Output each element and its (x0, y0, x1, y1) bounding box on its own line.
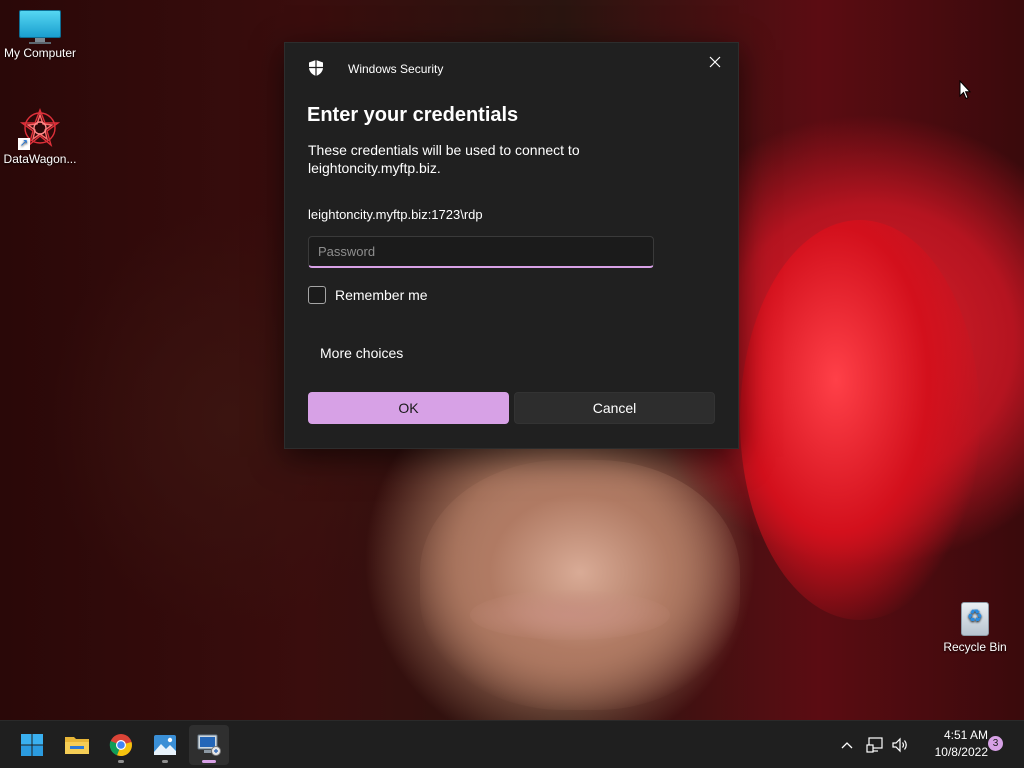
checkbox-box[interactable] (308, 286, 326, 304)
network-button[interactable] (864, 725, 886, 765)
shortcut-arrow-icon: ↗ (18, 138, 30, 150)
wallpaper-lips-shape (470, 590, 670, 640)
desktop-icon-label: DataWagon... (3, 152, 77, 166)
remote-desktop-icon (197, 734, 221, 756)
remember-me-label: Remember me (335, 287, 428, 303)
dialog-app-title: Windows Security (348, 62, 444, 76)
desktop-icon-recycle-bin[interactable]: ♻ Recycle Bin (935, 598, 1015, 654)
chrome-icon (109, 734, 132, 757)
desktop-icon-label: My Computer (3, 46, 77, 60)
windows-start-icon (21, 734, 43, 756)
recycle-bin-icon: ♻ (958, 598, 992, 638)
volume-button[interactable] (889, 725, 911, 765)
taskbar-file-explorer[interactable] (57, 725, 97, 765)
notification-badge[interactable]: 3 (988, 736, 1003, 751)
desktop-icon-datawagon[interactable]: ↗ DataWagon... (0, 106, 80, 166)
shield-icon (309, 60, 323, 76)
ok-button[interactable]: OK (308, 392, 509, 424)
start-button[interactable] (12, 725, 52, 765)
taskbar: 4:51 AM 10/8/2022 (0, 720, 1024, 768)
file-explorer-icon (65, 737, 89, 754)
show-hidden-icons-button[interactable] (836, 725, 858, 765)
username-label: leightoncity.myftp.biz:1723\rdp (308, 207, 483, 222)
more-choices-link[interactable]: More choices (320, 345, 403, 361)
volume-icon (892, 737, 907, 753)
datawagon-logo-icon: ↗ (18, 106, 62, 150)
close-icon (709, 56, 721, 68)
taskbar-chrome[interactable] (101, 725, 141, 765)
network-icon (866, 737, 883, 753)
dialog-heading: Enter your credentials (307, 104, 519, 126)
clock-time: 4:51 AM (943, 728, 988, 742)
clock-date: 10/8/2022 (934, 745, 988, 759)
taskbar-remote-desktop[interactable] (189, 725, 229, 765)
close-button[interactable] (700, 49, 730, 75)
chevron-up-icon (841, 742, 853, 749)
remember-me-checkbox[interactable]: Remember me (308, 286, 428, 304)
credentials-dialog: Windows Security Enter your credentials … (284, 42, 739, 449)
mouse-cursor-icon (959, 80, 971, 100)
dialog-description: These credentials will be used to connec… (308, 142, 580, 176)
cancel-button[interactable]: Cancel (514, 392, 715, 424)
dialog-titlebar: Windows Security (285, 43, 738, 93)
clock[interactable]: 4:51 AM 10/8/2022 (912, 727, 988, 761)
wallpaper-face-shape (420, 460, 740, 710)
desktop-icon-label: Recycle Bin (943, 640, 1007, 654)
running-indicator (118, 760, 124, 763)
desktop-icon-my-computer[interactable]: My Computer (0, 10, 80, 60)
running-indicator (162, 760, 168, 763)
taskbar-photos[interactable] (145, 725, 185, 765)
computer-icon (19, 10, 61, 44)
wallpaper-red-shape (740, 220, 980, 620)
password-field[interactable] (308, 236, 654, 268)
photos-icon (154, 735, 176, 755)
active-indicator (202, 760, 216, 763)
